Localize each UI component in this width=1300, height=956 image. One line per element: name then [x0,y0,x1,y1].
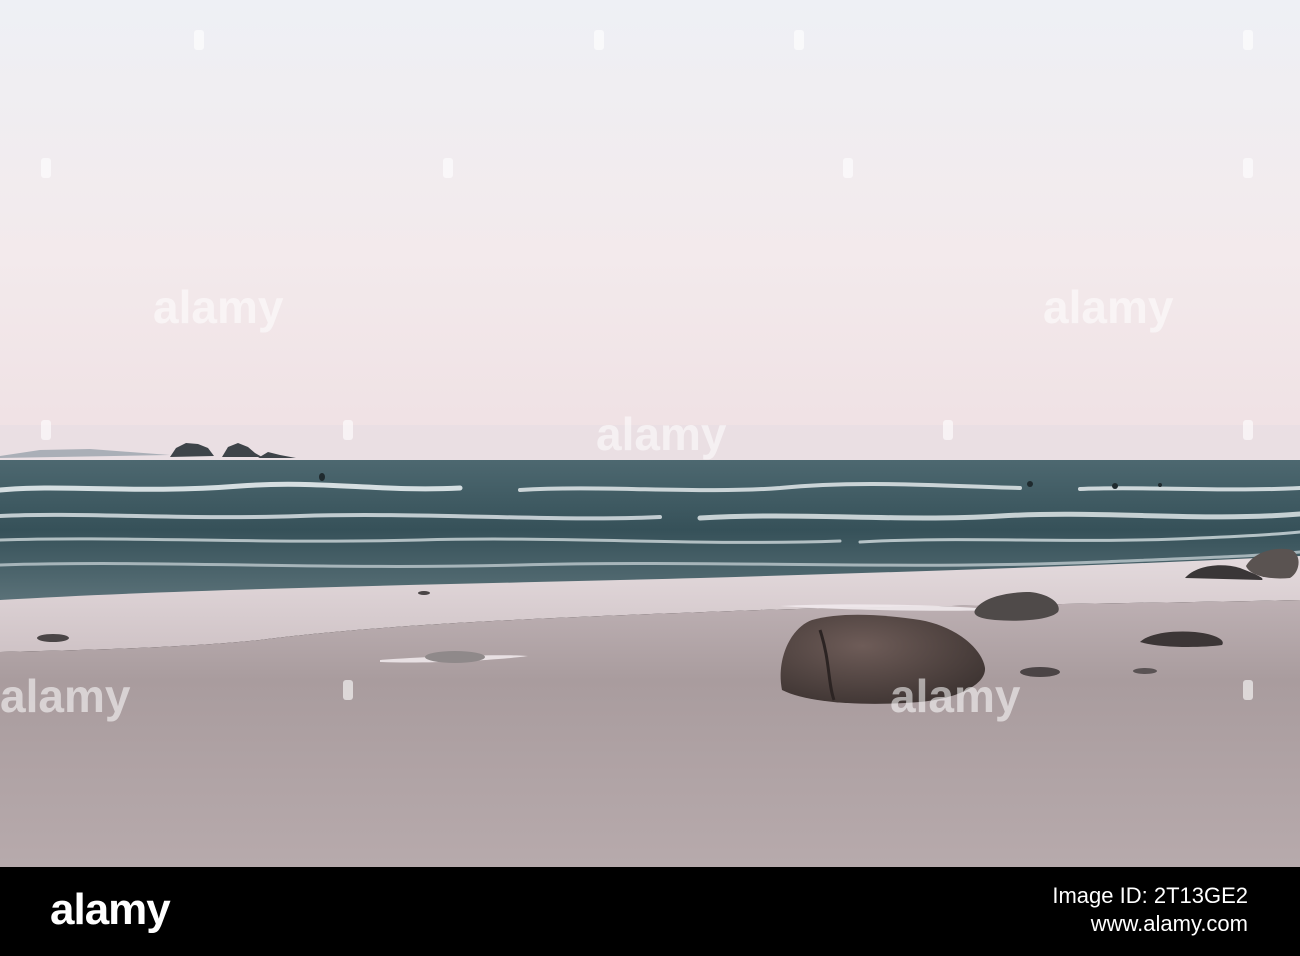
alamy-logo: alamy [50,884,171,936]
site-url: www.alamy.com [1090,911,1248,936]
photo-frame: alamy alamy alamy alamy alamy alamy Imag… [0,0,1300,956]
image-id-line: Image ID: 2T13GE2 [1052,882,1248,910]
beach-photo [0,0,1300,867]
image-id-value: 2T13GE2 [1153,883,1248,908]
logo-text: alamy [50,885,171,934]
sky [0,0,1300,462]
image-id-label: Image ID: [1052,883,1148,908]
image-meta: Image ID: 2T13GE2 www.alamy.com [1052,882,1248,938]
